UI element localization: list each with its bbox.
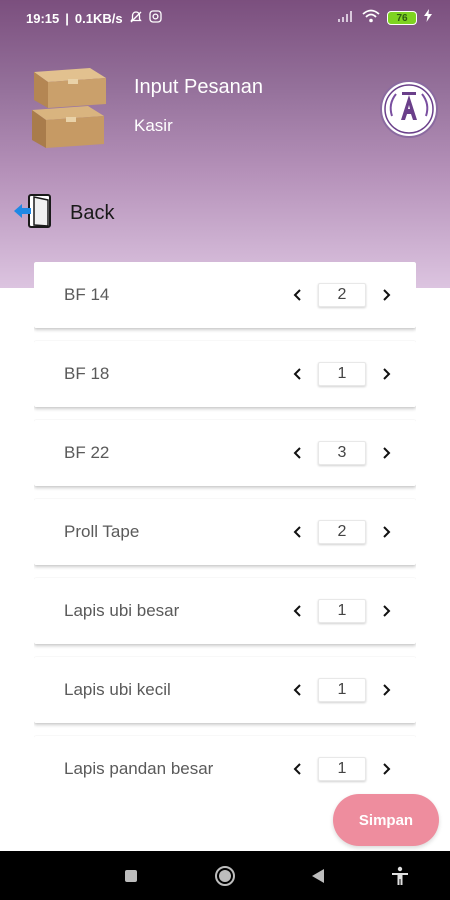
home-circle-icon[interactable] — [205, 851, 245, 900]
charging-icon — [424, 9, 432, 27]
page-title: Input Pesanan — [134, 76, 263, 98]
quantity-stepper: 3 — [286, 420, 398, 486]
decrease-chevron-icon[interactable] — [286, 757, 310, 781]
decrease-chevron-icon[interactable] — [286, 283, 310, 307]
battery-icon: 76 — [387, 11, 417, 25]
page-subtitle: Kasir — [134, 116, 173, 135]
item-name: Lapis pandan besar — [64, 759, 214, 778]
list-item: Proll Tape 2 — [34, 499, 416, 565]
list-item: BF 18 1 — [34, 341, 416, 407]
status-bar: 19:15 | 0.1KB/s 76 — [0, 0, 450, 36]
list-item: Lapis pandan besar 1 — [34, 736, 416, 788]
save-button[interactable]: Simpan — [333, 794, 439, 846]
item-name: Lapis ubi kecil — [64, 680, 171, 699]
item-name: BF 22 — [64, 443, 110, 462]
system-nav-bar — [0, 851, 450, 900]
quantity-stepper: 1 — [286, 578, 398, 644]
quantity-stepper: 1 — [286, 341, 398, 407]
increase-chevron-icon[interactable] — [374, 362, 398, 386]
list-item: BF 14 2 — [34, 262, 416, 328]
quantity-stepper: 2 — [286, 262, 398, 328]
back-label: Back — [70, 202, 115, 224]
increase-chevron-icon[interactable] — [374, 283, 398, 307]
instagram-icon — [148, 10, 162, 26]
increase-chevron-icon[interactable] — [374, 599, 398, 623]
quantity-field[interactable]: 3 — [318, 441, 366, 465]
quantity-field[interactable]: 2 — [318, 520, 366, 544]
accessibility-icon[interactable] — [380, 851, 420, 900]
status-network-speed: 0.1KB/s — [74, 10, 123, 26]
quantity-stepper: 1 — [286, 657, 398, 723]
list-item: Lapis ubi besar 1 — [34, 578, 416, 644]
item-name: BF 18 — [64, 364, 110, 383]
exit-door-icon — [12, 192, 54, 235]
list-item: BF 22 3 — [34, 420, 416, 486]
signal-icon — [337, 9, 355, 27]
item-name: BF 14 — [64, 285, 110, 304]
item-list: BF 14 2 BF 18 1 BF 22 3 Proll Tape 2 Lap — [34, 262, 416, 788]
logo-icon — [380, 80, 438, 138]
quantity-stepper: 1 — [286, 736, 398, 788]
quantity-field[interactable]: 1 — [318, 362, 366, 386]
quantity-field[interactable]: 2 — [318, 283, 366, 307]
cardboard-box-image — [28, 56, 110, 150]
wifi-icon — [362, 9, 380, 28]
quantity-stepper: 2 — [286, 499, 398, 565]
item-name: Lapis ubi besar — [64, 601, 180, 620]
decrease-chevron-icon[interactable] — [286, 678, 310, 702]
status-time: 19:15 — [26, 10, 60, 26]
decrease-chevron-icon[interactable] — [286, 362, 310, 386]
decrease-chevron-icon[interactable] — [286, 599, 310, 623]
mute-bell-icon — [129, 10, 143, 27]
recents-square-icon[interactable] — [111, 851, 151, 900]
increase-chevron-icon[interactable] — [374, 757, 398, 781]
item-name: Proll Tape — [64, 522, 140, 541]
quantity-field[interactable]: 1 — [318, 757, 366, 781]
decrease-chevron-icon[interactable] — [286, 520, 310, 544]
status-left: 19:15 | 0.1KB/s — [26, 10, 162, 27]
decrease-chevron-icon[interactable] — [286, 441, 310, 465]
status-separator: | — [65, 10, 69, 26]
quantity-field[interactable]: 1 — [318, 599, 366, 623]
back-button[interactable]: Back — [12, 192, 114, 235]
increase-chevron-icon[interactable] — [374, 678, 398, 702]
list-item: Lapis ubi kecil 1 — [34, 657, 416, 723]
quantity-field[interactable]: 1 — [318, 678, 366, 702]
increase-chevron-icon[interactable] — [374, 520, 398, 544]
increase-chevron-icon[interactable] — [374, 441, 398, 465]
back-triangle-icon[interactable] — [298, 851, 338, 900]
status-right: 76 — [337, 9, 432, 28]
